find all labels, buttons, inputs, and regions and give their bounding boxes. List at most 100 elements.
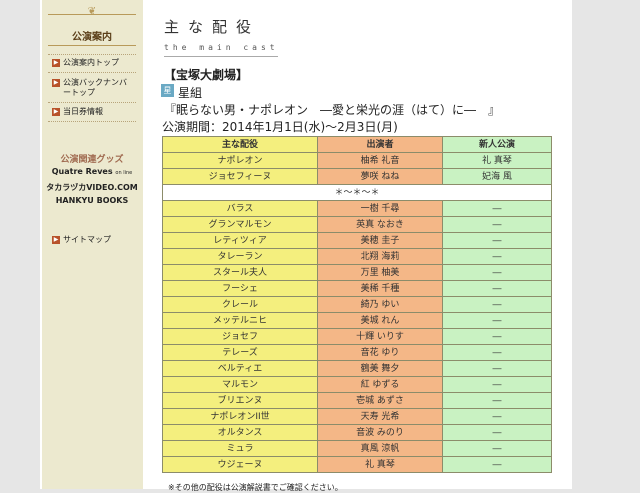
nav-label: 当日券情報: [63, 107, 103, 116]
nav-label: サイトマップ: [63, 235, 111, 244]
divider: [48, 121, 136, 122]
role-cell: ジョセフィーヌ: [162, 168, 318, 185]
nav-backnumber-top[interactable]: ▶ 公演バックナンバートップ: [52, 78, 132, 98]
role-cell: スタール夫人: [162, 264, 318, 281]
link-label: Quatre Reves: [51, 167, 113, 176]
performer-cell: 万里 柚美: [317, 264, 443, 281]
nav-label: 公演案内トップ: [63, 58, 119, 67]
table-row: レティツィア 美穂 圭子 ―: [162, 232, 552, 249]
role-cell: テレーズ: [162, 344, 318, 361]
table-row: ジョセフィーヌ 夢咲 ねね 妃海 風: [162, 168, 552, 185]
role-cell: メッテルニヒ: [162, 312, 318, 329]
cast-table: 主な配役 出演者 新人公演 ナポレオン 柚希 礼音 礼 真琴 ジョセフィーヌ 夢…: [162, 136, 552, 473]
performer-cell: 音波 みのり: [317, 424, 443, 441]
header-performer: 出演者: [317, 136, 443, 153]
bottom-note: ※その他の配役は公演解説書でご確認ください。: [168, 483, 343, 492]
table-row: クレール 綺乃 ゆい ―: [162, 296, 552, 313]
table-row: ナポレオン 柚希 礼音 礼 真琴: [162, 152, 552, 169]
role-cell: レティツィア: [162, 232, 318, 249]
table-row: グランマルモン 英真 なおき ―: [162, 216, 552, 233]
role-cell: ジョセフ: [162, 328, 318, 345]
performer-cell: 英真 なおき: [317, 216, 443, 233]
link-quatre-reves[interactable]: Quatre Reves on line: [46, 167, 138, 176]
newcomer-cell: ―: [442, 456, 552, 473]
performer-cell: 綺乃 ゆい: [317, 296, 443, 313]
role-cell: ナポレオンII世: [162, 408, 318, 425]
role-cell: オルタンス: [162, 424, 318, 441]
newcomer-cell: ―: [442, 248, 552, 265]
page-subtitle: the main cast: [164, 43, 279, 52]
newcomer-cell: ―: [442, 360, 552, 377]
role-cell: マルモン: [162, 376, 318, 393]
newcomer-cell: ―: [442, 424, 552, 441]
title-underline: [164, 56, 278, 57]
newcomer-cell: ―: [442, 216, 552, 233]
arrow-right-icon: ▶: [52, 79, 60, 87]
table-row: バラス 一樹 千尋 ―: [162, 200, 552, 217]
role-cell: グランマルモン: [162, 216, 318, 233]
role-cell: タレーラン: [162, 248, 318, 265]
table-row: マルモン紅 ゆずる ―: [162, 376, 552, 393]
role-cell: ウジェーヌ: [162, 456, 318, 473]
table-row: オルタンス 音波 みのり ―: [162, 424, 552, 441]
table-row: ウジェーヌ礼 真琴 ―: [162, 456, 552, 473]
table-header-row: 主な配役 出演者 新人公演: [162, 136, 552, 153]
performer-cell: 音花 ゆり: [317, 344, 443, 361]
table-row: ナポレオンII世 天寿 光希 ―: [162, 408, 552, 425]
nav-same-day-tickets[interactable]: ▶ 当日券情報: [52, 107, 103, 117]
page-title: 主な配役: [164, 18, 261, 36]
role-cell: バラス: [162, 200, 318, 217]
performer-cell: 十輝 いりす: [317, 328, 443, 345]
performer-cell: 美穂 圭子: [317, 232, 443, 249]
arrow-right-icon: ▶: [52, 108, 60, 116]
cast-body: バラス 一樹 千尋 ― グランマルモン 英真 なおき ― レティツィア 美穂 圭子 ― タレーラン…: [162, 200, 552, 473]
role-cell: ミュラ: [162, 440, 318, 457]
newcomer-cell: ―: [442, 328, 552, 345]
link-suffix: on line: [115, 170, 133, 176]
newcomer-cell: 妃海 風: [442, 168, 552, 185]
newcomer-cell: ―: [442, 440, 552, 457]
nav-performance-top[interactable]: ▶ 公演案内トップ: [52, 58, 119, 68]
table-row: ジョセフ 十輝 いりす ―: [162, 328, 552, 345]
performer-cell: 柚希 礼音: [317, 152, 443, 169]
performer-cell: 天寿 光希: [317, 408, 443, 425]
separator-row: ＊～＊～＊: [162, 184, 552, 201]
newcomer-cell: ―: [442, 376, 552, 393]
table-row: フーシェ 美稀 千種 ―: [162, 280, 552, 297]
arrow-right-icon: ▶: [52, 59, 60, 67]
newcomer-cell: ―: [442, 200, 552, 217]
performer-cell: 壱城 あずさ: [317, 392, 443, 409]
newcomer-cell: ―: [442, 344, 552, 361]
role-cell: ブリエンヌ: [162, 392, 318, 409]
header-newcomer: 新人公演: [442, 136, 552, 153]
performance-period: 公演期間：2014年1月1日(水)～2月3日(月): [162, 120, 398, 134]
role-cell: ベルティエ: [162, 360, 318, 377]
table-row: ブリエンヌ 壱城 あずさ ―: [162, 392, 552, 409]
ornament-icon: ❦: [87, 6, 97, 17]
table-row: スタール夫人 万里 柚美 ―: [162, 264, 552, 281]
table-row: タレーラン 北翔 海莉 ―: [162, 248, 552, 265]
performer-cell: 真風 涼帆: [317, 440, 443, 457]
performer-cell: 美城 れん: [317, 312, 443, 329]
related-goods-title: 公演関連グッズ: [60, 155, 124, 165]
performer-cell: 一樹 千尋: [317, 200, 443, 217]
newcomer-cell: ―: [442, 408, 552, 425]
performer-cell: 礼 真琴: [317, 456, 443, 473]
divider: [48, 102, 136, 103]
nav-sitemap[interactable]: ▶ サイトマップ: [52, 235, 111, 245]
link-takarazuka-video[interactable]: タカラヅカVIDEO.COM: [46, 182, 138, 193]
newcomer-cell: ―: [442, 392, 552, 409]
show-title: 『眠らない男・ナポレオン ―愛と栄光の涯（はて）に― 』: [164, 103, 501, 117]
separator-cell: ＊～＊～＊: [162, 184, 552, 201]
link-hankyu-books[interactable]: HANKYU BOOKS: [46, 196, 138, 205]
nav-label: 公演バックナンバートップ: [63, 78, 127, 97]
divider: [48, 72, 136, 73]
role-cell: クレール: [162, 296, 318, 313]
table-row: テレーズ 音花 ゆり ―: [162, 344, 552, 361]
performer-cell: 鶴美 舞夕: [317, 360, 443, 377]
header-role: 主な配役: [162, 136, 318, 153]
sidebar-header: ❦ 公演案内: [48, 6, 136, 46]
performer-cell: 夢咲 ねね: [317, 168, 443, 185]
table-row: メッテルニヒ 美城 れん ―: [162, 312, 552, 329]
troupe-name: 星組: [178, 86, 203, 100]
